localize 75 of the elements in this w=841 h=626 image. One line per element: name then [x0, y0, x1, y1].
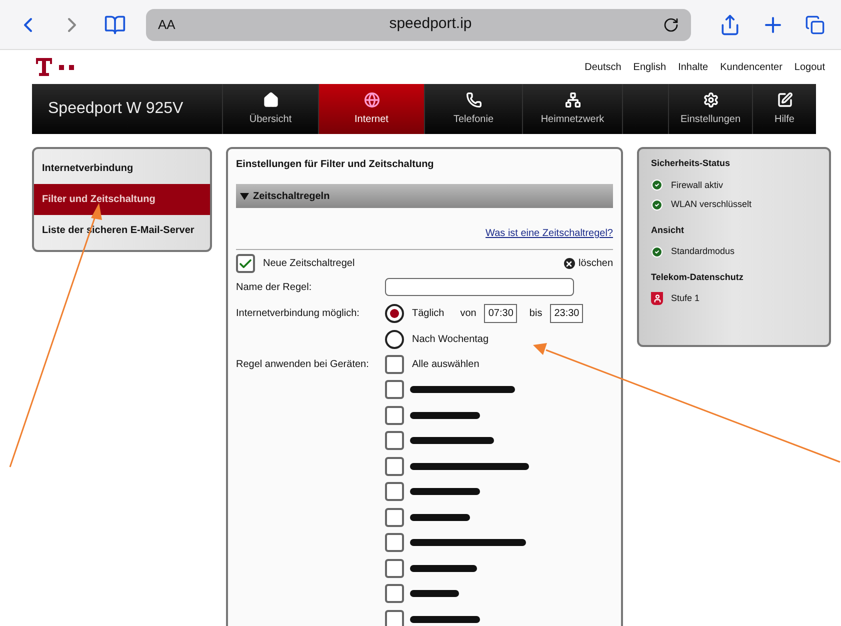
user-shield-icon [651, 292, 663, 306]
checkbox[interactable] [385, 610, 404, 626]
nav-tab[interactable]: Heimnetzwerk [522, 84, 622, 134]
nav-tab[interactable]: Internet [318, 84, 424, 134]
header-link[interactable]: English [633, 60, 666, 74]
status-text: Standardmodus [671, 245, 735, 258]
checkbox[interactable] [385, 406, 404, 425]
nav-tab[interactable]: Hilfe [752, 84, 816, 134]
help-link[interactable]: Was ist eine Zeitschaltregel? [486, 226, 613, 241]
to-label: bis [529, 306, 542, 320]
redaction-mark [410, 590, 459, 598]
product-title: Speedport W 925V [47, 99, 184, 119]
panel-title: Einstellungen für Filter und Zeitschaltung [236, 158, 435, 172]
share-icon[interactable] [719, 14, 741, 36]
check-circle-icon [651, 246, 663, 258]
check-circle-icon [651, 179, 663, 192]
redaction-mark [410, 514, 470, 521]
checkbox[interactable] [385, 355, 404, 374]
header-link[interactable]: Logout [794, 60, 825, 74]
tabs-icon[interactable] [805, 14, 825, 34]
redaction-mark [410, 412, 480, 419]
status-heading: Telekom-Datenschutz [651, 270, 744, 284]
checkbox[interactable] [385, 558, 404, 578]
checkbox[interactable] [385, 584, 404, 604]
from-label: von [460, 306, 476, 320]
radio-button[interactable] [385, 330, 404, 348]
caret-icon [240, 192, 249, 200]
sidebar-item[interactable]: Filter und Zeitschaltung [34, 184, 210, 215]
status-text: WLAN verschlüsselt [671, 198, 752, 211]
check-circle-icon [651, 198, 663, 211]
status-heading: Sicherheits-Status [651, 157, 732, 170]
bookmarks-icon[interactable] [104, 14, 126, 36]
url-text: speedport.ip [388, 14, 473, 34]
delete-icon [564, 258, 575, 269]
sidebar-item[interactable]: Internetverbindung [34, 153, 210, 184]
field-label: Name der Regel: [236, 280, 313, 294]
checkbox[interactable] [385, 456, 404, 476]
checkbox[interactable] [385, 482, 404, 502]
settings-icon [702, 92, 718, 108]
network-icon [564, 92, 580, 108]
radio-button[interactable] [385, 304, 404, 322]
option-label: Täglich [412, 306, 444, 320]
checkbox[interactable] [385, 508, 404, 527]
checkbox[interactable] [385, 431, 404, 450]
header-link[interactable]: Deutsch [584, 60, 622, 74]
option-label: Nach Wochentag [412, 332, 489, 346]
redaction-mark [410, 488, 480, 496]
section-header[interactable]: Zeitschaltregeln [236, 184, 613, 208]
status-heading: Ansicht [651, 224, 686, 236]
header-link[interactable]: Inhalte [678, 60, 708, 74]
redaction-mark [410, 616, 480, 623]
time-field[interactable]: 23:30 [550, 304, 584, 322]
globe-icon [364, 92, 380, 108]
rule-checkbox[interactable] [236, 254, 255, 273]
home-icon [262, 92, 278, 108]
field-label: Regel anwenden bei Geräten: [236, 358, 370, 372]
help-icon [776, 92, 792, 108]
option-label: Alle auswählen [412, 358, 480, 372]
phone-icon [466, 92, 482, 108]
address-bar[interactable]: AA speedport.ip [146, 8, 691, 40]
checkbox[interactable] [385, 533, 404, 552]
field-label: Internetverbindung möglich: [236, 308, 360, 318]
nav-tab[interactable]: Einstellungen [668, 84, 752, 134]
checkbox[interactable] [385, 380, 404, 400]
status-text: Firewall aktiv [671, 178, 724, 192]
rule-label: Neue Zeitschaltregel [263, 257, 355, 271]
delete-button[interactable]: löschen [564, 256, 613, 271]
time-field[interactable]: 07:30 [484, 304, 518, 322]
status-text: Stufe 1 [671, 292, 700, 305]
redaction-mark [410, 564, 476, 572]
header-link[interactable]: Kundencenter [720, 60, 782, 74]
reload-icon[interactable] [663, 16, 679, 32]
input-field[interactable] [385, 278, 574, 296]
text-size-button[interactable]: AA [158, 14, 198, 34]
nav-tab[interactable]: Telefonie [424, 84, 522, 134]
